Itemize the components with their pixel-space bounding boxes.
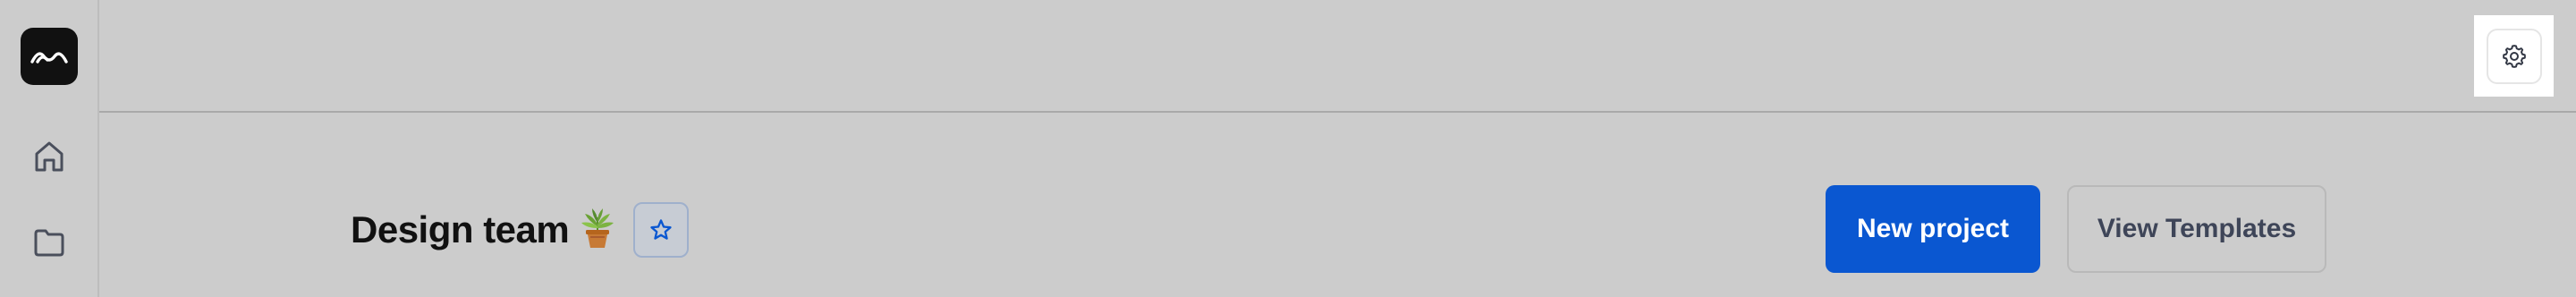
favorite-button[interactable] [633,202,690,258]
settings-button-container [2474,15,2554,97]
folder-icon [34,229,64,257]
gear-icon [2502,44,2526,68]
new-project-button[interactable]: New project [1826,185,2040,273]
top-bar [99,0,2576,113]
sidebar-item-home[interactable] [21,129,77,184]
page-header: Design team [351,199,690,261]
wave-logo-icon [30,52,68,64]
sidebar-item-folder[interactable] [21,215,77,270]
sidebar [0,0,99,297]
home-icon [35,141,64,172]
page-title: Design team [351,208,570,250]
star-icon [650,219,672,240]
settings-button[interactable] [2486,28,2542,84]
app-logo[interactable] [21,28,78,85]
view-templates-button[interactable]: View Templates [2067,185,2326,273]
potted-plant-emoji [581,208,614,248]
